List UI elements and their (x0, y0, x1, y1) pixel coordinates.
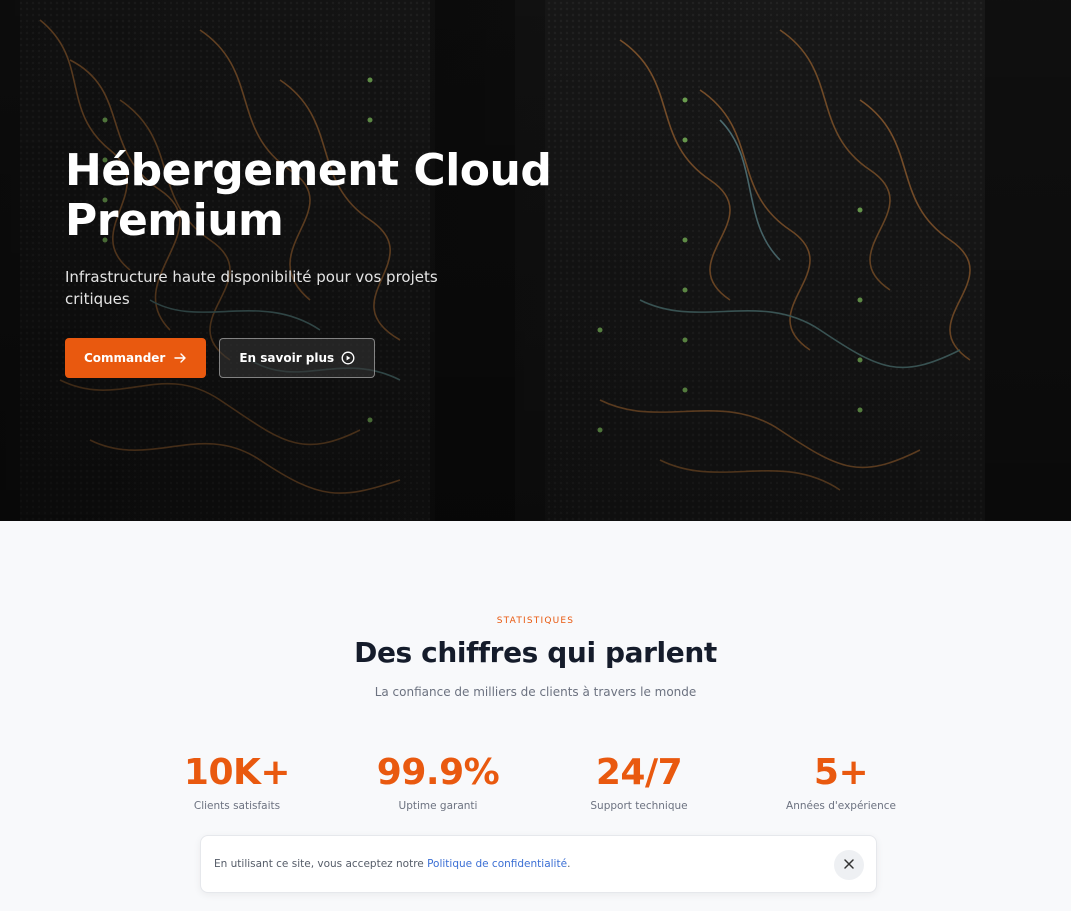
hero-section: Hébergement Cloud Premium Infrastructure… (0, 0, 1071, 521)
stats-title: Des chiffres qui parlent (354, 636, 717, 669)
close-icon (843, 858, 855, 873)
hero-actions: Commander En savoir plus (65, 338, 585, 378)
hero-title: Hébergement Cloud Premium (65, 146, 585, 246)
order-button-label: Commander (84, 351, 166, 365)
learn-more-button[interactable]: En savoir plus (219, 338, 376, 378)
hero-title-line2: Premium (65, 195, 284, 246)
stat-label: Support technique (590, 800, 688, 812)
stat-label: Uptime garanti (398, 800, 478, 812)
stat-label: Années d'expérience (786, 800, 896, 812)
stat-experience: 5+ Années d'expérience (741, 751, 941, 812)
stat-support: 24/7 Support technique (539, 751, 739, 812)
cookie-banner: En utilisant ce site, vous acceptez notr… (200, 835, 877, 893)
cookie-banner-suffix: . (567, 858, 571, 870)
learn-more-button-label: En savoir plus (239, 351, 335, 365)
cookie-banner-text: En utilisant ce site, vous acceptez notr… (214, 858, 570, 870)
stat-value: 5+ (813, 752, 869, 793)
play-circle-icon (341, 351, 355, 365)
stat-value: 99.9% (376, 752, 500, 793)
stat-clients: 10K+ Clients satisfaits (137, 751, 337, 812)
cookie-banner-message: En utilisant ce site, vous acceptez notr… (214, 858, 428, 870)
hero-title-line1: Hébergement Cloud (65, 145, 552, 196)
hero-subtitle: Infrastructure haute disponibilité pour … (65, 268, 438, 308)
stat-uptime: 99.9% Uptime garanti (338, 751, 538, 812)
privacy-policy-link[interactable]: Politique de confidentialité (427, 858, 567, 870)
stats-subtitle: La confiance de milliers de clients à tr… (374, 685, 697, 699)
stat-value: 10K+ (183, 752, 291, 793)
arrow-right-icon (173, 351, 187, 365)
hero-content: Hébergement Cloud Premium Infrastructure… (65, 146, 585, 378)
stats-eyebrow: STATISTIQUES (496, 616, 575, 626)
order-button[interactable]: Commander (65, 338, 207, 378)
cookie-close-button[interactable] (834, 850, 864, 880)
stat-value: 24/7 (595, 752, 683, 793)
stat-label: Clients satisfaits (193, 800, 281, 812)
